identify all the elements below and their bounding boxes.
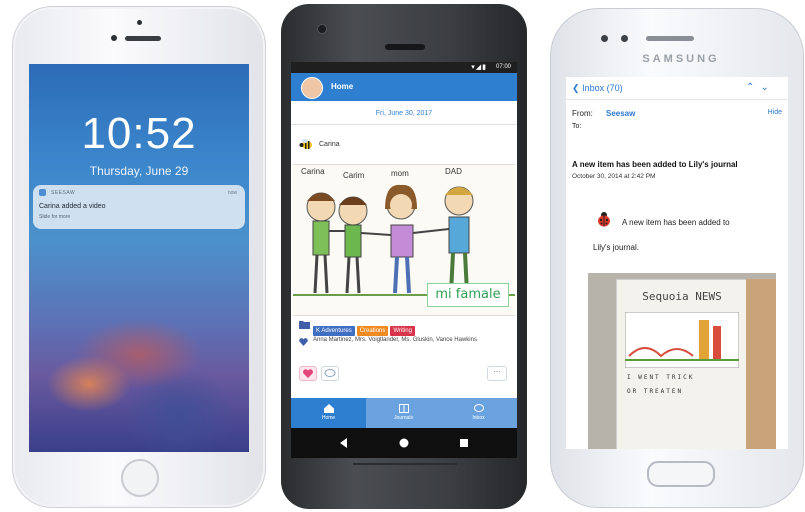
from-sender[interactable]: Seesaw: [606, 109, 635, 118]
front-camera: [621, 35, 628, 42]
tag-writing[interactable]: Writing: [390, 326, 415, 336]
heart-icon: [303, 369, 313, 378]
samsung-device: SAMSUNG ❮ Inbox (70) ⌃⌄ From: Seesaw Hid…: [550, 8, 804, 508]
seesaw-app-screen: ▾◢▮ 07:00 Home Fri, June 30, 2017 Carina: [291, 62, 517, 458]
home-icon: [323, 404, 334, 413]
proximity-sensor: [137, 20, 142, 25]
back-label: Inbox (70): [582, 83, 623, 93]
email-body-line: A new item has been added to: [622, 218, 730, 227]
comment-button[interactable]: [321, 366, 339, 381]
worksheet-text: I WENT TRICK: [627, 374, 695, 381]
android-device: ▾◢▮ 07:00 Home Fri, June 30, 2017 Carina: [281, 4, 527, 509]
chat-icon: [473, 404, 484, 412]
worksheet-title: Sequoia NEWS: [642, 290, 722, 303]
app-title: Home: [331, 82, 354, 91]
sensor: [601, 35, 608, 42]
tag-k-adventures[interactable]: K Adventures: [313, 326, 355, 336]
book-icon: [398, 404, 409, 413]
nav-journals-label: Journals: [394, 415, 413, 421]
email-date: October 30, 2014 at 2:42 PM: [572, 173, 656, 180]
signal-battery-icon: ▾◢▮: [471, 64, 487, 71]
drawing-label: Carim: [343, 171, 365, 180]
notification-message: Carina added a video: [39, 203, 106, 210]
comment-icon: [324, 369, 336, 377]
drawing-label: Carina: [301, 167, 325, 176]
to-label: To:: [572, 123, 582, 130]
earpiece-speaker: [125, 36, 161, 41]
bee-icon: [299, 139, 312, 149]
notification-app-name: SEESAW: [51, 190, 76, 196]
nav-inbox[interactable]: Inbox: [441, 398, 516, 428]
earpiece-speaker: [646, 36, 694, 41]
recents-icon[interactable]: [459, 438, 469, 448]
earpiece-speaker: [385, 44, 425, 50]
post-date: Fri, June 30, 2017: [375, 110, 433, 117]
iphone-device: 10:52 Thursday, June 29 SEESAW now Carin…: [12, 6, 266, 508]
divider: [291, 124, 517, 125]
seesaw-app-icon: [39, 189, 46, 196]
bottom-navigation: Home Journals Inbox: [291, 398, 517, 428]
journal-photo[interactable]: Sequoia NEWS I WENT TRICK OR TREATEN: [588, 273, 776, 449]
notification-hint: Slide for more: [39, 214, 71, 220]
heart-icon: [299, 338, 308, 346]
app-bar: Home: [291, 73, 517, 101]
nav-journals[interactable]: Journals: [366, 398, 441, 428]
hide-details-link[interactable]: Hide: [768, 109, 782, 116]
drawing-caption-box: mi famale: [427, 283, 509, 307]
front-camera: [317, 24, 327, 34]
back-to-inbox-link[interactable]: ❮ Inbox (70): [572, 83, 623, 94]
tag-list: K Adventures Creations Writing: [313, 319, 417, 337]
folder-icon: [299, 321, 310, 329]
nav-home-label: Home: [321, 415, 336, 421]
message-nav: ⌃⌄: [746, 82, 775, 93]
nav-home[interactable]: Home: [291, 398, 366, 428]
email-screen: ❮ Inbox (70) ⌃⌄ From: Seesaw Hide To: A …: [566, 77, 788, 449]
home-circle-icon[interactable]: [399, 438, 409, 448]
email-subject: A new item has been added to Lily's jour…: [572, 160, 738, 169]
drawing-caption: mi famale: [435, 287, 501, 302]
family-drawing[interactable]: Carina Carim mom DAD mi famale: [293, 164, 515, 316]
divider: [566, 99, 788, 100]
post-author: Carina: [319, 141, 340, 148]
worksheet-text: OR TREATEN: [627, 388, 684, 395]
worksheet-drawing: [625, 312, 739, 368]
chevron-up-icon[interactable]: ⌃: [746, 82, 760, 93]
drawing-label: DAD: [445, 167, 462, 176]
status-time: 07:00: [495, 64, 511, 70]
notification-time: now: [227, 190, 237, 196]
more-button[interactable]: ···: [487, 366, 507, 381]
from-label: From:: [572, 109, 593, 118]
ladybug-icon: [598, 212, 610, 227]
chevron-left-icon: ❮: [572, 83, 580, 93]
lock-screen: 10:52 Thursday, June 29 SEESAW now Carin…: [29, 64, 249, 452]
system-navigation-bar: [291, 428, 517, 458]
photo-background: [746, 279, 776, 449]
home-button[interactable]: [647, 461, 715, 487]
speaker-grille: [353, 463, 457, 465]
brand-logo: SAMSUNG: [642, 53, 720, 65]
drawing-label: mom: [391, 169, 409, 178]
chevron-down-icon[interactable]: ⌄: [760, 82, 774, 93]
tag-creations[interactable]: Creations: [356, 326, 389, 336]
avatar[interactable]: [301, 77, 323, 99]
status-bar: ▾◢▮ 07:00: [291, 62, 517, 73]
back-icon[interactable]: [339, 438, 349, 448]
notification-card[interactable]: SEESAW now Carina added a video Slide fo…: [33, 185, 245, 229]
like-button[interactable]: [299, 366, 317, 381]
home-button[interactable]: [121, 459, 159, 497]
lock-screen-date: Thursday, June 29: [89, 164, 189, 178]
newspaper-worksheet: Sequoia NEWS I WENT TRICK OR TREATEN: [616, 279, 748, 449]
lock-screen-time: 10:52: [81, 109, 197, 158]
likers-list: Anna Martinez, Mrs. Voigtlander, Ms. Glu…: [313, 337, 477, 343]
front-camera: [111, 35, 117, 41]
email-body-line: Lily's journal.: [593, 243, 639, 252]
nav-inbox-label: Inbox: [472, 415, 485, 421]
